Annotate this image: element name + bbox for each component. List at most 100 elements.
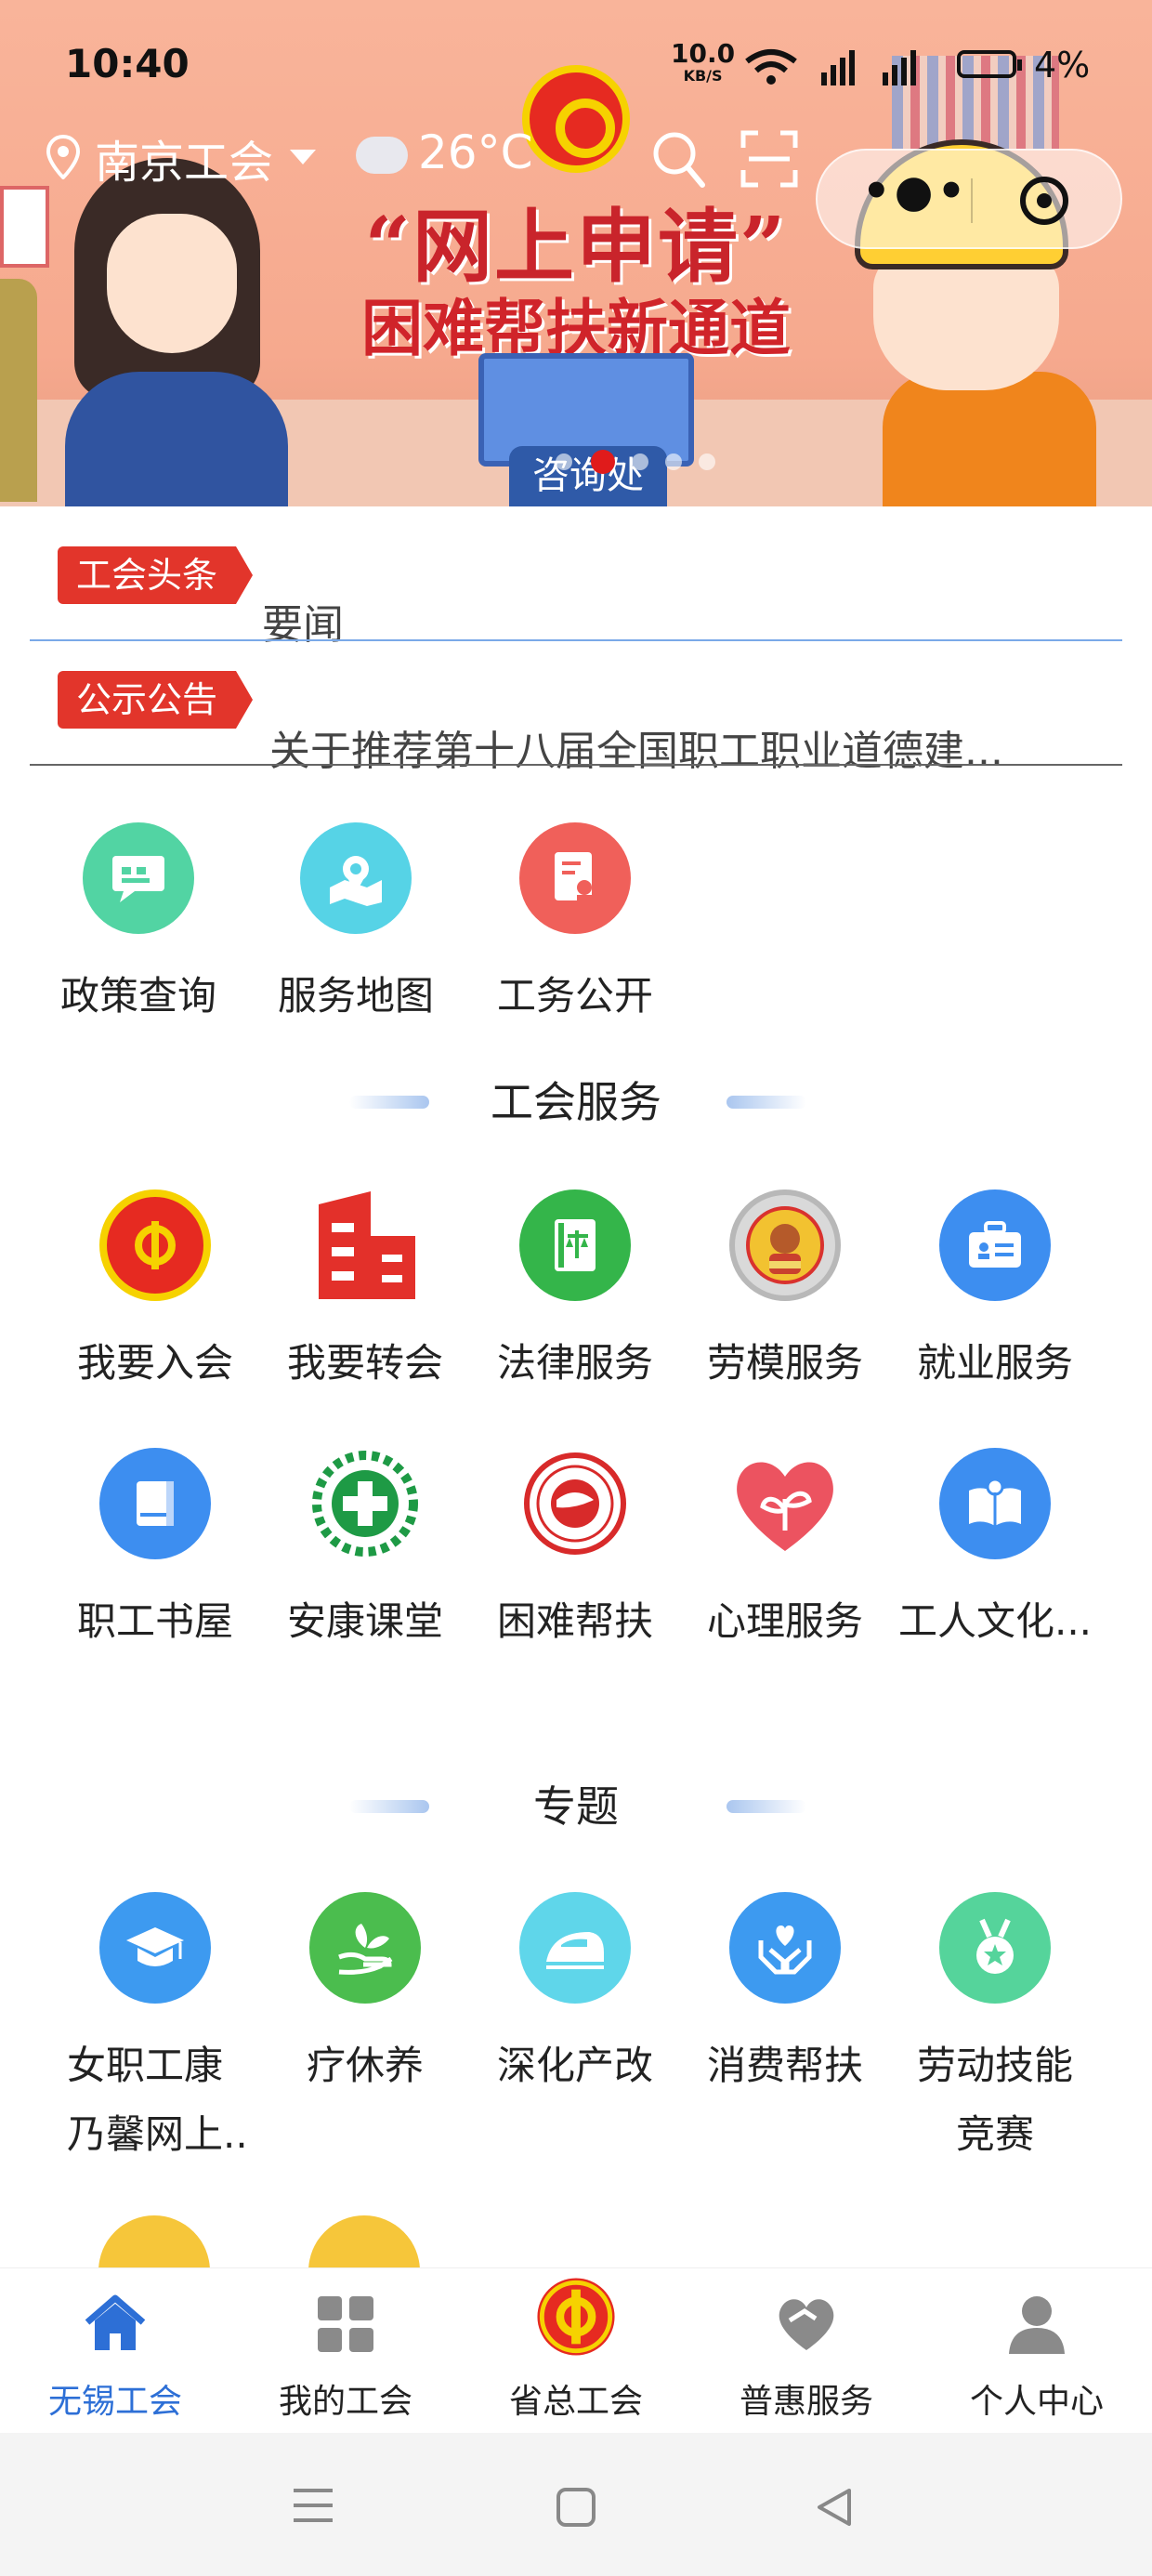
battery-percent: 4% — [1034, 45, 1091, 85]
service-label: 就业服务 — [916, 1340, 1073, 1386]
carousel-indicator — [0, 450, 1152, 474]
tab-inclusive-services[interactable]: 普惠服务 — [691, 2291, 922, 2423]
person-icon — [1009, 2296, 1065, 2354]
topic-partial-item[interactable] — [308, 2215, 420, 2267]
close-target-icon[interactable] — [1020, 177, 1068, 225]
news-tag: 工会头条 — [58, 546, 254, 604]
service-label: 法律服务 — [496, 1340, 653, 1386]
map-icon — [300, 822, 412, 934]
service-join-union[interactable]: 我要入会 — [48, 1189, 262, 1398]
back-triangle-icon[interactable] — [814, 2487, 855, 2528]
service-label: 安康课堂 — [286, 1598, 443, 1644]
service-label: 工人文化... — [897, 1598, 1093, 1644]
topic-label: 劳动技能 竞赛 — [916, 2043, 1073, 2157]
hands-heart-icon — [729, 1892, 841, 2004]
carousel-dot — [556, 453, 572, 470]
news-row-announcements[interactable]: 公示公告 关于推荐第十八届全国职工职业道德建... — [30, 671, 1122, 775]
home-icon — [85, 2294, 146, 2350]
model-worker-badge-icon — [729, 1189, 841, 1301]
tab-label: 个人中心 — [969, 2383, 1104, 2421]
topic-women-workers[interactable]: 女职工康 乃馨网上.. — [48, 1892, 262, 2169]
news-text[interactable]: 要闻 — [262, 591, 1098, 651]
aid-seal-icon — [519, 1448, 631, 1559]
system-nav-bar — [0, 2433, 1152, 2576]
heart-leaf-icon — [729, 1448, 841, 1559]
service-label: 我要转会 — [286, 1340, 443, 1386]
service-label: 困难帮扶 — [496, 1598, 653, 1644]
union-emblem-icon — [99, 1189, 211, 1301]
news-row-headlines[interactable]: 工会头条 要闻 — [30, 546, 1122, 649]
service-model-worker[interactable]: 劳模服务 — [678, 1189, 892, 1398]
capsule-divider — [971, 178, 973, 223]
tab-wuxi-union[interactable]: 无锡工会 — [0, 2291, 230, 2423]
location-pin-icon — [46, 135, 80, 179]
hand-leaf-icon — [309, 1892, 421, 2004]
tab-label: 省总工会 — [508, 2383, 643, 2421]
city-selector[interactable]: 南京工会 — [95, 125, 273, 191]
tab-my-union[interactable]: 我的工会 — [230, 2291, 461, 2423]
service-health-class[interactable]: 安康课堂 — [258, 1448, 472, 1656]
topic-label: 深化产改 — [496, 2043, 653, 2088]
topic-label: 疗休养 — [306, 2043, 424, 2088]
divider — [30, 639, 1122, 641]
train-icon — [519, 1892, 631, 2004]
service-legal[interactable]: 法律服务 — [468, 1189, 682, 1398]
more-icon[interactable]: •●• — [862, 169, 969, 214]
topic-partial-item[interactable] — [98, 2215, 210, 2267]
quick-link-policy[interactable]: 政策查询 — [32, 822, 245, 1031]
carousel-dot-active — [591, 450, 615, 474]
briefcase-icon — [939, 1189, 1051, 1301]
status-bar: 10:40 10.0 KB/S 4% — [0, 37, 1152, 93]
chat-icon — [83, 822, 194, 934]
medal-icon — [939, 1892, 1051, 2004]
carousel-dot — [632, 453, 648, 470]
service-worker-culture[interactable]: 工人文化... — [888, 1448, 1102, 1656]
chevron-down-icon[interactable] — [290, 150, 316, 164]
book-icon — [99, 1448, 211, 1559]
service-employment[interactable]: 就业服务 — [888, 1189, 1102, 1398]
tab-label: 无锡工会 — [47, 2383, 182, 2421]
topic-recuperation[interactable]: 疗休养 — [258, 1892, 472, 2100]
service-label: 劳模服务 — [706, 1340, 863, 1386]
service-transfer-union[interactable]: 我要转会 — [258, 1189, 472, 1398]
status-time: 10:40 — [65, 41, 190, 86]
search-icon[interactable] — [650, 129, 706, 189]
service-psychology[interactable]: 心理服务 — [678, 1448, 892, 1656]
news-tag: 公示公告 — [58, 671, 254, 729]
quick-link-label: 政策查询 — [59, 973, 216, 1019]
service-library[interactable]: 职工书屋 — [48, 1448, 262, 1656]
tab-label: 普惠服务 — [739, 2383, 873, 2421]
topic-skills-competition[interactable]: 劳动技能 竞赛 — [888, 1892, 1102, 2169]
mini-program-capsule[interactable]: •●• — [816, 149, 1122, 249]
home-square-icon[interactable] — [556, 2487, 596, 2528]
news-text[interactable]: 关于推荐第十八届全国职工职业道德建... — [269, 717, 1106, 777]
topic-label: 消费帮扶 — [706, 2043, 863, 2088]
scan-icon[interactable] — [740, 129, 799, 189]
cloud-weather-icon — [356, 137, 408, 174]
service-hardship-aid[interactable]: 困难帮扶 — [468, 1448, 682, 1656]
topic-consumer-aid[interactable]: 消费帮扶 — [678, 1892, 892, 2100]
health-cross-icon — [309, 1448, 421, 1559]
quick-link-affairs[interactable]: 工务公开 — [468, 822, 682, 1031]
service-label: 职工书屋 — [76, 1598, 233, 1644]
wifi-cellular-icon — [745, 49, 916, 85]
tab-personal-center[interactable]: 个人中心 — [922, 2291, 1152, 2423]
document-icon — [519, 822, 631, 934]
section-title-union-services: 工会服务 — [491, 1077, 661, 1127]
topic-industry-reform[interactable]: 深化产改 — [468, 1892, 682, 2100]
union-emblem-icon — [537, 2278, 615, 2356]
net-speed: 10.0 KB/S — [671, 38, 736, 85]
topic-label: 女职工康 乃馨网上.. — [67, 2043, 248, 2157]
tab-provincial-union[interactable]: 省总工会 — [461, 2278, 691, 2423]
quick-link-service-map[interactable]: 服务地图 — [249, 822, 463, 1031]
carousel-dot — [699, 453, 715, 470]
tab-label: 我的工会 — [278, 2383, 412, 2421]
section-title-topics: 专题 — [533, 1781, 619, 1832]
grid-icon — [318, 2296, 373, 2352]
service-label: 心理服务 — [706, 1598, 863, 1644]
carousel-dot — [665, 453, 682, 470]
open-book-icon — [939, 1448, 1051, 1559]
battery-icon — [957, 50, 1022, 78]
graduation-cap-icon — [99, 1892, 211, 2004]
menu-icon[interactable] — [292, 2487, 334, 2524]
